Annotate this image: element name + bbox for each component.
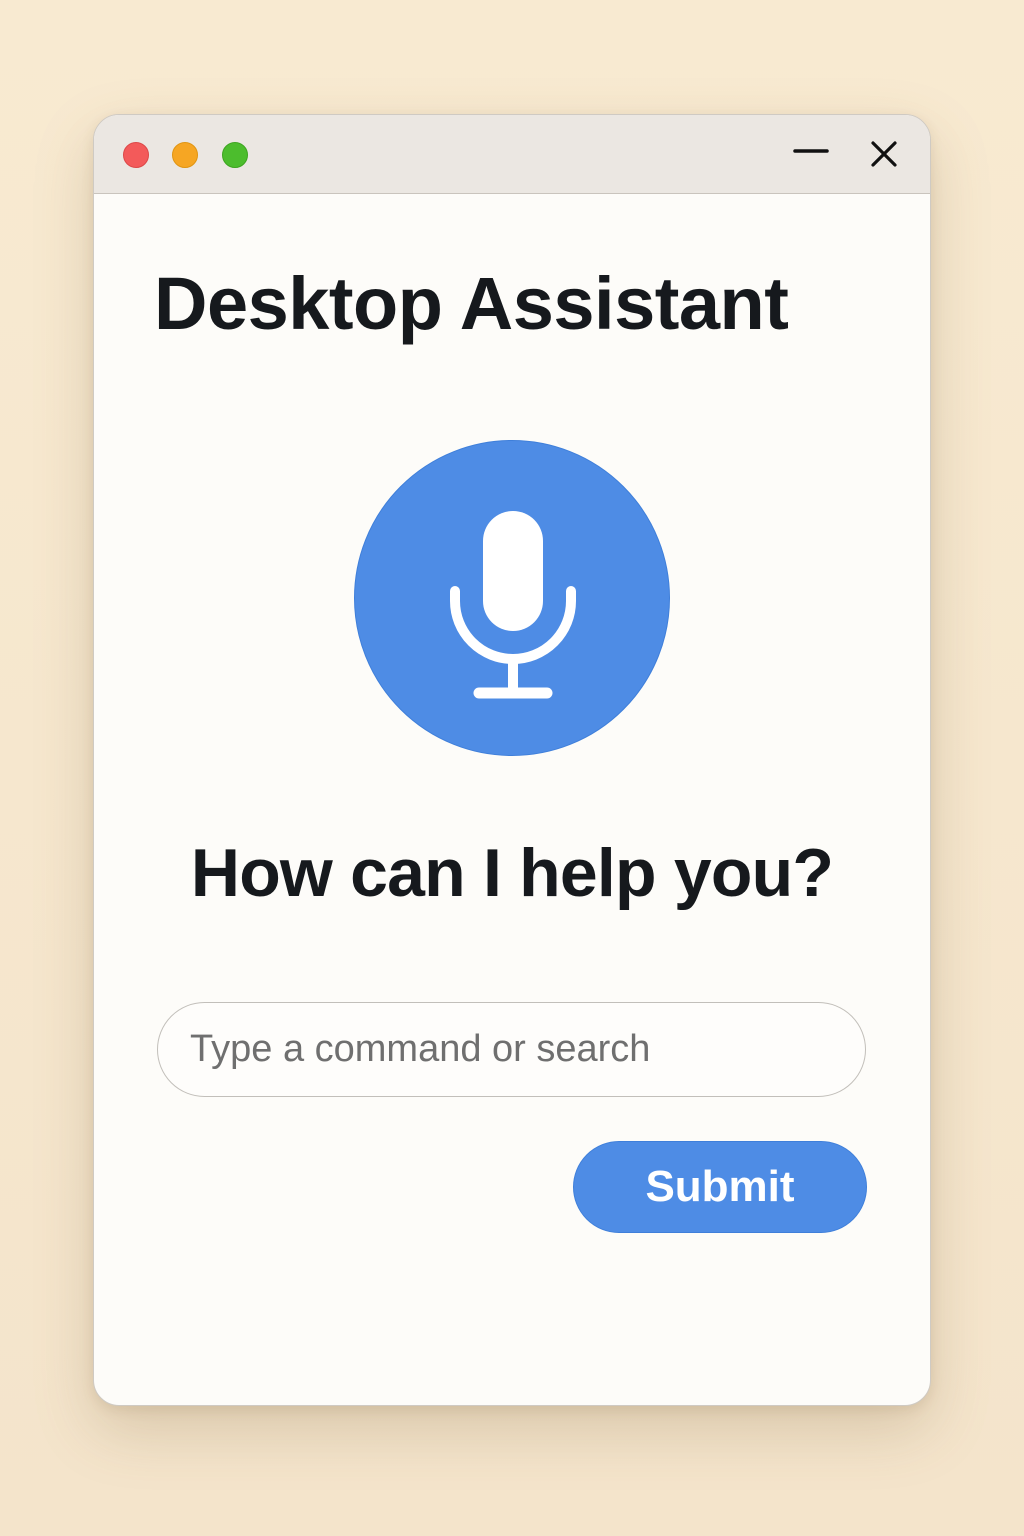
close-button[interactable] — [865, 135, 903, 173]
voice-input-button[interactable] — [354, 440, 670, 756]
close-dot-button[interactable] — [123, 142, 149, 168]
x-icon — [871, 141, 897, 167]
minimize-button[interactable] — [792, 135, 830, 173]
command-search-input[interactable] — [157, 1002, 866, 1097]
app-title: Desktop Assistant — [154, 262, 789, 345]
microphone-icon — [450, 511, 576, 699]
minimize-dot-button[interactable] — [172, 142, 198, 168]
zoom-dot-button[interactable] — [222, 142, 248, 168]
assistant-window: Desktop Assistant How can I help you? Su… — [93, 114, 931, 1406]
title-bar — [94, 115, 930, 194]
submit-button[interactable]: Submit — [573, 1141, 867, 1233]
help-prompt: How can I help you? — [190, 835, 834, 911]
minus-icon — [793, 149, 829, 153]
